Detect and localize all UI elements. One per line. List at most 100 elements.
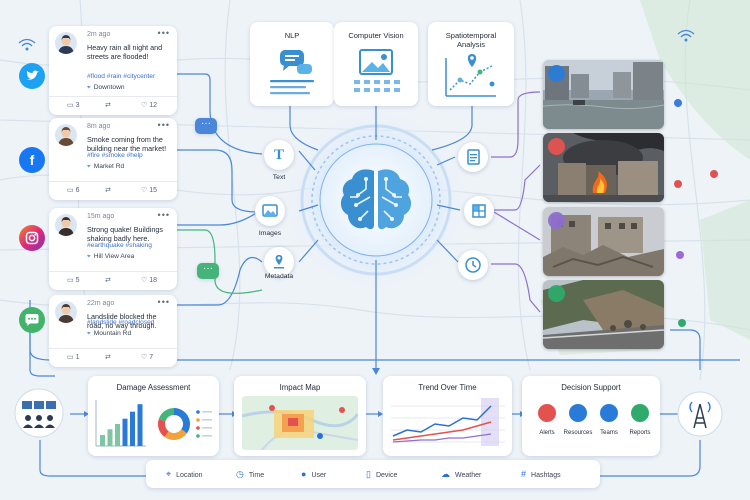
damage-bar xyxy=(107,429,113,446)
flood-icon xyxy=(548,65,565,82)
social-post[interactable]: 2m ago ••• Heavy rain all night and street… xyxy=(49,26,177,115)
computer-vision-module: Computer Vision xyxy=(334,22,418,106)
twitter-icon[interactable] xyxy=(19,63,45,89)
legend-label: Weather xyxy=(455,472,482,479)
alert-bell-icon[interactable] xyxy=(538,404,556,422)
reply-count: 3 xyxy=(75,102,80,109)
message-icon[interactable] xyxy=(19,307,45,333)
image-icon xyxy=(255,196,285,226)
legend-item: ☁ Weather xyxy=(441,469,481,480)
heart-icon: ♡ xyxy=(141,354,148,361)
computer-vision-icon xyxy=(354,49,400,92)
more-options-icon[interactable]: ••• xyxy=(158,297,170,307)
legend-item: ● User xyxy=(301,469,326,479)
legend-dot xyxy=(196,418,200,422)
post-location: ⌖ Downtown xyxy=(87,84,125,92)
post-hashtags[interactable]: #earthquake #shaking xyxy=(87,242,152,249)
trend-over-time-panel: Trend Over Time xyxy=(383,376,512,456)
reply-button[interactable]: ▭ 1 xyxy=(67,353,79,361)
like-button[interactable]: ♡ 18 xyxy=(141,276,157,284)
post-hashtags[interactable]: #fire #smoke #help xyxy=(87,152,143,159)
repost-button[interactable]: ⇄ xyxy=(105,353,111,361)
decision-label: Reports xyxy=(629,430,651,436)
divider xyxy=(49,96,177,97)
reply-count: 6 xyxy=(75,187,80,194)
panel-title: Trend Over Time xyxy=(418,383,477,392)
team-icon[interactable] xyxy=(600,404,618,422)
post-text: Strong quake! Buildings shaking badly he… xyxy=(87,225,163,243)
repost-button[interactable]: ⇄ xyxy=(105,101,111,109)
fire-photo xyxy=(543,133,664,202)
donut-slice xyxy=(158,408,174,422)
like-button[interactable]: ♡ 7 xyxy=(141,353,153,361)
damage-bar xyxy=(122,418,128,446)
legend-line xyxy=(202,427,212,429)
social-post[interactable]: 8m ago ••• Smoke coming from the building … xyxy=(49,118,177,200)
post-time: 22m ago xyxy=(87,300,115,307)
post-time: 8m ago xyxy=(87,123,111,130)
report-icon[interactable] xyxy=(631,404,649,422)
legend-dot xyxy=(196,426,200,430)
legend-dot xyxy=(196,434,200,438)
post-text: Smoke coming from the building near the … xyxy=(87,135,167,153)
module-label: Spatiotemporal Analysis xyxy=(445,31,497,49)
like-button[interactable]: ♡ 12 xyxy=(141,101,157,109)
document-icon xyxy=(458,142,488,172)
facebook-icon[interactable]: f xyxy=(19,147,45,173)
nlp-icon xyxy=(270,50,314,95)
post-location: ⌖ Market Rd xyxy=(87,163,124,171)
post-hashtags[interactable]: #flood #rain #citycenter xyxy=(87,73,155,80)
post-location-label: Market Rd xyxy=(93,163,125,170)
radio-tower-icon xyxy=(677,391,723,437)
repost-button[interactable]: ⇄ xyxy=(105,186,111,194)
like-button[interactable]: ♡ 15 xyxy=(141,186,157,194)
post-hashtags[interactable]: #landslide #roadclosed xyxy=(87,319,154,326)
post-location-label: Mountain Rd xyxy=(93,330,132,337)
post-text: Heavy rain all night and streets are flo… xyxy=(87,43,163,61)
social-post[interactable]: 15m ago ••• Strong quake! Buildings shakin… xyxy=(49,208,177,290)
reply-button[interactable]: ▭ 3 xyxy=(67,101,79,109)
more-options-icon[interactable]: ••• xyxy=(158,210,170,220)
legend-dot xyxy=(196,410,200,414)
clock-icon: ◷ xyxy=(236,469,244,479)
damage-assessment-panel: Damage Assessment xyxy=(88,376,219,456)
post-location-label: Downtown xyxy=(93,84,125,91)
legend-label: User xyxy=(311,472,327,479)
post-time: 2m ago xyxy=(87,31,111,38)
legend-line xyxy=(202,419,212,421)
legend-line xyxy=(202,411,212,413)
post-time: 15m ago xyxy=(87,213,115,220)
device-icon: ▯ xyxy=(366,469,371,479)
like-count: 7 xyxy=(149,354,154,361)
social-post[interactable]: 22m ago ••• Landslide blocked the road, no… xyxy=(49,295,177,367)
legend-label: Location xyxy=(176,472,203,479)
spatiotemporal-icon xyxy=(445,54,496,97)
truck-icon[interactable] xyxy=(569,404,587,422)
donut-slice xyxy=(174,408,190,434)
spatiotemporal-module: Spatiotemporal Analysis xyxy=(428,22,514,106)
map-grid-icon xyxy=(464,196,494,226)
input-label: Metadata xyxy=(264,273,294,280)
post-location: ⌖ Mountain Rd xyxy=(87,330,131,338)
post-location: ⌖ Hill View Area xyxy=(87,253,134,261)
fire-icon xyxy=(548,138,565,155)
location-pin-icon: ⌖ xyxy=(87,253,91,260)
legend-line xyxy=(202,435,212,437)
damage-bar xyxy=(100,435,105,446)
collapsed-house-icon xyxy=(548,212,565,229)
reply-count: 5 xyxy=(75,277,80,284)
reply-button[interactable]: ▭ 6 xyxy=(67,186,79,194)
repost-button[interactable]: ⇄ xyxy=(105,276,111,284)
legend-item: ⌖ Location xyxy=(166,469,203,480)
instagram-icon[interactable] xyxy=(19,225,45,251)
flood-photo xyxy=(543,60,664,129)
module-label: NLP xyxy=(284,31,300,40)
decision-support-panel: Decision Support Alerts Resources Teams Rep… xyxy=(522,376,660,456)
avatar xyxy=(55,124,77,146)
more-options-icon[interactable]: ••• xyxy=(158,120,170,130)
impact-map-panel: Impact Map xyxy=(234,376,366,456)
reply-button[interactable]: ▭ 5 xyxy=(67,276,79,284)
more-options-icon[interactable]: ••• xyxy=(158,28,170,38)
chat-bubble-icon: ··· xyxy=(195,118,217,134)
input-label: Text xyxy=(272,174,286,181)
